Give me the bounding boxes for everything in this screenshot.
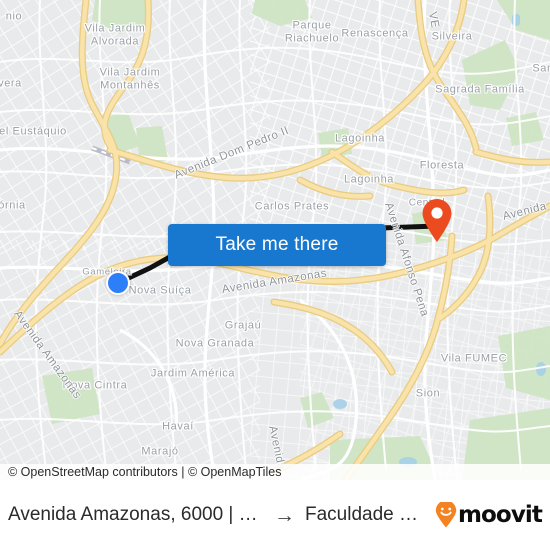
- moovit-pin-smiley-icon: [435, 502, 457, 528]
- attribution-openmaptiles[interactable]: © OpenMapTiles: [188, 465, 282, 479]
- arrow-right-icon: →: [273, 503, 295, 527]
- moovit-logo[interactable]: moovit: [435, 501, 543, 528]
- attribution-osm[interactable]: © OpenStreetMap contributors: [8, 465, 178, 479]
- map-canvas[interactable]: nio Vila Jardim Alvorada Parque Riachuelo R…: [0, 0, 550, 480]
- moovit-map-screen: nio Vila Jardim Alvorada Parque Riachuelo R…: [0, 0, 550, 550]
- map-attribution: © OpenStreetMap contributors | © OpenMap…: [0, 464, 550, 480]
- attribution-separator: |: [181, 465, 185, 479]
- take-me-there-button[interactable]: Take me there: [168, 224, 386, 266]
- trip-destination-label: Faculdade De ...: [304, 504, 421, 525]
- map-pin-icon: [422, 198, 452, 242]
- origin-dot-marker[interactable]: [106, 271, 130, 295]
- moovit-wordmark: moovit: [457, 501, 543, 528]
- trip-summary-bar: Avenida Amazonas, 6000 | Parque... → Fac…: [0, 480, 550, 550]
- trip-origin-label: Avenida Amazonas, 6000 | Parque...: [8, 504, 264, 525]
- destination-pin-marker[interactable]: [421, 198, 453, 243]
